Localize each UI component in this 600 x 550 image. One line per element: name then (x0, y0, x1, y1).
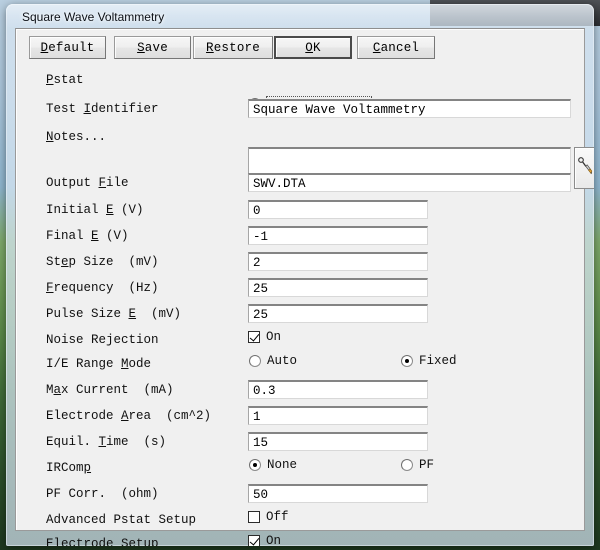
electrode-setup-checkbox[interactable]: On (248, 534, 281, 546)
ie-range-mode-label: I/E Range Mode (46, 357, 152, 371)
electrode-setup-label: Electrode Setup (46, 537, 159, 546)
save-button[interactable]: Save (114, 36, 191, 59)
test-identifier-label: Test Identifier (46, 102, 159, 116)
ircomp-none-radio[interactable]: None (249, 458, 297, 472)
default-button-label: Default (40, 40, 95, 55)
ok-button-label: OK (305, 40, 321, 55)
pf-corr-label: PF Corr. (ohm) (46, 487, 159, 501)
button-bar: Default Save Restore OK Cancel (16, 29, 584, 63)
row-advanced-pstat-setup: Advanced Pstat Setup (16, 512, 584, 536)
radio-circle (401, 459, 413, 471)
ie-range-mode-auto-label: Auto (267, 354, 298, 368)
ircomp-pf-label: PF (419, 458, 435, 472)
frequency-label: Frequency (Hz) (46, 281, 159, 295)
window-title: Square Wave Voltammetry (22, 10, 165, 24)
advanced-pstat-setup-checkbox[interactable]: Off (248, 510, 289, 524)
electrode-area-input[interactable]: 1 (248, 406, 428, 425)
checkbox-box (248, 331, 260, 343)
title-bar[interactable]: Square Wave Voltammetry (6, 4, 594, 28)
pf-corr-input[interactable]: 50 (248, 484, 428, 503)
row-ie-range-mode: I/E Range Mode (16, 356, 584, 380)
ie-range-mode-fixed-label: Fixed (419, 354, 457, 368)
initial-e-label: Initial E (V) (46, 203, 144, 217)
test-identifier-input[interactable]: Square Wave Voltammetry (248, 99, 571, 118)
checkbox-box (248, 535, 260, 546)
noise-rejection-state: On (266, 330, 282, 344)
output-file-label: Output File (46, 176, 129, 190)
ok-button[interactable]: OK (274, 36, 352, 59)
save-button-label: Save (137, 40, 168, 55)
ircomp-pf-radio[interactable]: PF (401, 458, 434, 472)
checkbox-box (248, 511, 260, 523)
radio-circle (249, 355, 261, 367)
radio-circle (401, 355, 413, 367)
row-electrode-setup: Electrode Setup (16, 536, 584, 546)
final-e-label: Final E (V) (46, 229, 129, 243)
cancel-button[interactable]: Cancel (357, 36, 435, 59)
max-current-input[interactable]: 0.3 (248, 380, 428, 399)
output-file-input[interactable]: SWV.DTA (248, 173, 571, 192)
final-e-input[interactable]: -1 (248, 226, 428, 245)
pstat-label: Pstat (46, 73, 84, 87)
ie-range-mode-fixed-radio[interactable]: Fixed (401, 354, 457, 368)
notes-label: Notes... (46, 130, 107, 144)
step-size-input[interactable]: 2 (248, 252, 428, 271)
noise-rejection-label: Noise Rejection (46, 333, 159, 347)
row-noise-rejection: Noise Rejection (16, 332, 584, 356)
ircomp-none-label: None (267, 458, 298, 472)
row-pstat: Pstat (16, 72, 584, 96)
restore-button-label: Restore (206, 40, 260, 55)
initial-e-input[interactable]: 0 (248, 200, 428, 219)
dialog-window: Square Wave Voltammetry Default Save Res… (6, 4, 594, 546)
ie-range-mode-auto-radio[interactable]: Auto (249, 354, 297, 368)
default-button[interactable]: Default (29, 36, 106, 59)
dialog-client-area: Default Save Restore OK Cancel Pstat IFC… (15, 28, 594, 546)
equil-time-input[interactable]: 15 (248, 432, 428, 451)
restore-button[interactable]: Restore (193, 36, 273, 59)
cancel-button-label: Cancel (372, 40, 420, 55)
radio-circle (249, 459, 261, 471)
max-current-label: Max Current (mA) (46, 383, 174, 397)
equil-time-label: Equil. Time (s) (46, 435, 167, 449)
row-ircomp: IRComp (16, 460, 584, 484)
step-size-label: Step Size (mV) (46, 255, 159, 269)
pulse-size-input[interactable]: 25 (248, 304, 428, 323)
advanced-pstat-setup-label: Advanced Pstat Setup (46, 513, 197, 527)
electrode-setup-state: On (266, 534, 282, 546)
electrode-area-label: Electrode Area (cm^2) (46, 409, 212, 423)
frequency-input[interactable]: 25 (248, 278, 428, 297)
pulse-size-label: Pulse Size E (mV) (46, 307, 182, 321)
advanced-pstat-setup-state: Off (266, 510, 289, 524)
ircomp-label: IRComp (46, 461, 92, 475)
noise-rejection-checkbox[interactable]: On (248, 330, 281, 344)
